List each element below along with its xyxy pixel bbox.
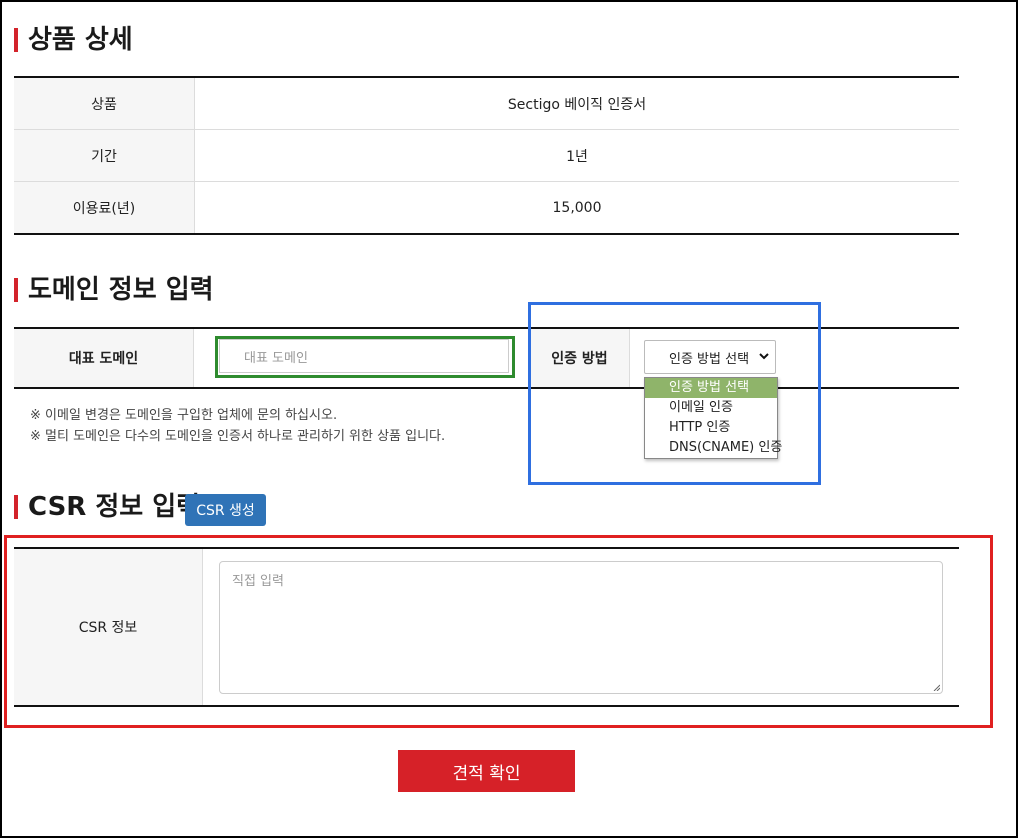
product-table: 상품 Sectigo 베이직 인증서 기간 1년 이용료(년) 15,000 xyxy=(14,76,959,235)
csr-generate-button[interactable]: CSR 생성 xyxy=(185,494,266,526)
table-row: 기간 1년 xyxy=(14,129,959,182)
table-row: 이용료(년) 15,000 xyxy=(14,181,959,234)
product-label: 상품 xyxy=(14,77,195,130)
period-label: 기간 xyxy=(14,129,195,182)
product-value: Sectigo 베이직 인증서 xyxy=(507,96,647,113)
domain-highlight-box xyxy=(215,336,515,378)
domain-notes: ※ 이메일 변경은 도메인을 구입한 업체에 문의 하십시오. ※ 멀티 도메인… xyxy=(30,405,445,447)
table-row: 상품 Sectigo 베이직 인증서 xyxy=(14,77,959,130)
quote-confirm-button[interactable]: 견적 확인 xyxy=(398,750,575,792)
period-value: 1년 xyxy=(194,129,959,182)
domain-section-title: 도메인 정보 입력 xyxy=(14,275,214,305)
note-multi-domain: ※ 멀티 도메인은 다수의 도메인을 인증서 하나로 관리하기 위한 상품 입니… xyxy=(30,429,446,444)
product-section-title: 상품 상세 xyxy=(14,25,133,55)
auth-highlight-box xyxy=(528,302,821,485)
note-email: ※ 이메일 변경은 도메인을 구입한 업체에 문의 하십시오. xyxy=(30,408,338,423)
fee-value: 15,000 xyxy=(194,181,959,234)
csr-highlight-box xyxy=(4,535,993,728)
fee-label: 이용료(년) xyxy=(14,181,195,234)
domain-label: 대표 도메인 xyxy=(14,329,194,387)
csr-section-title: CSR 정보 입력 xyxy=(14,492,200,522)
